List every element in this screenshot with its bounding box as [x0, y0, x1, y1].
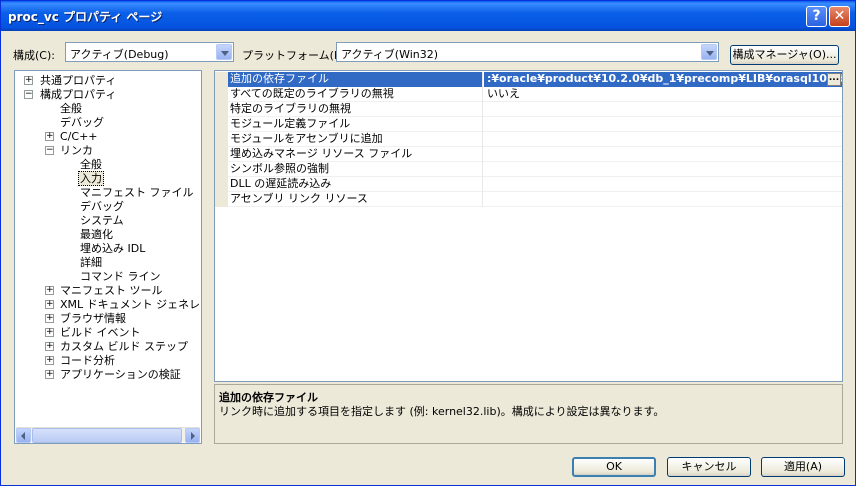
- property-value[interactable]: [484, 132, 842, 147]
- config-combo[interactable]: アクティブ(Debug): [65, 42, 234, 62]
- tree-item[interactable]: 最適化: [80, 228, 113, 241]
- tree-item[interactable]: コマンド ライン: [80, 270, 161, 283]
- platform-combo[interactable]: アクティブ(Win32): [336, 42, 719, 62]
- row-gutter: [215, 132, 228, 147]
- property-value[interactable]: [484, 117, 842, 132]
- row-gutter: [215, 117, 228, 132]
- row-gutter: [215, 192, 228, 207]
- row-gutter: [215, 162, 228, 177]
- chevron-down-icon[interactable]: [701, 44, 717, 60]
- expand-icon[interactable]: +: [45, 356, 54, 365]
- row-gutter: [215, 87, 228, 102]
- tree-item-label: ビルド イベント: [60, 326, 141, 339]
- property-name[interactable]: DLL の遅延読み込み: [228, 177, 483, 192]
- grid-row[interactable]: モジュール定義ファイル: [215, 117, 842, 132]
- expand-icon[interactable]: +: [45, 300, 54, 309]
- property-name[interactable]: 埋め込みマネージ リソース ファイル: [228, 147, 483, 162]
- expand-icon[interactable]: +: [45, 132, 54, 141]
- tree-item-label: マニフェスト ツール: [60, 284, 163, 297]
- expand-icon[interactable]: +: [24, 76, 33, 85]
- tree-item-label: C/C++: [60, 130, 98, 143]
- grid-row[interactable]: すべての既定のライブラリの無視 いいえ: [215, 87, 842, 102]
- property-value[interactable]: [484, 177, 842, 192]
- row-gutter: [215, 177, 228, 192]
- grid-row[interactable]: DLL の遅延読み込み: [215, 177, 842, 192]
- platform-value: アクティブ(Win32): [341, 48, 439, 61]
- row-gutter: [215, 72, 228, 87]
- expand-icon[interactable]: +: [45, 370, 54, 379]
- expand-icon[interactable]: +: [45, 286, 54, 295]
- row-gutter: [215, 147, 228, 162]
- property-value[interactable]: :¥oracle¥product¥10.2.0¥db_1¥precomp¥LIB…: [484, 72, 842, 87]
- property-value[interactable]: [484, 147, 842, 162]
- property-name[interactable]: シンボル参照の強制: [228, 162, 483, 177]
- grid-row[interactable]: 特定のライブラリの無視: [215, 102, 842, 117]
- grid-row[interactable]: アセンブリ リンク リソース: [215, 192, 842, 207]
- config-value: アクティブ(Debug): [70, 48, 169, 61]
- row-gutter: [215, 102, 228, 117]
- property-value[interactable]: [484, 192, 842, 207]
- tree-item[interactable]: 詳細: [80, 256, 102, 269]
- scroll-right-icon[interactable]: [185, 428, 200, 443]
- tree-item[interactable]: デバッグ: [60, 116, 104, 129]
- tree-horizontal-scrollbar[interactable]: [16, 427, 200, 443]
- property-name[interactable]: アセンブリ リンク リソース: [228, 192, 483, 207]
- property-name[interactable]: モジュールをアセンブリに追加: [228, 132, 483, 147]
- help-icon: ?: [812, 8, 821, 24]
- property-value[interactable]: いいえ: [484, 87, 842, 102]
- expand-icon[interactable]: +: [45, 314, 54, 323]
- close-button[interactable]: ✕: [829, 6, 850, 27]
- config-manager-button[interactable]: 構成マネージャ(O)...: [730, 45, 839, 65]
- property-tree[interactable]: + 共通プロパティ − 構成プロパティ 全般 デバッグ + C/C++ − リン…: [14, 70, 202, 444]
- tree-item-label: 構成プロパティ: [40, 88, 117, 101]
- config-label: 構成(C):: [13, 49, 55, 62]
- tree-item[interactable]: 埋め込み IDL: [80, 242, 145, 255]
- tree-item-label: カスタム ビルド ステップ: [60, 340, 188, 353]
- ok-button[interactable]: OK: [572, 457, 656, 477]
- grid-row[interactable]: シンボル参照の強制: [215, 162, 842, 177]
- property-name[interactable]: 特定のライブラリの無視: [228, 102, 483, 117]
- title-bar[interactable]: proc_vc プロパティ ページ ? ✕: [1, 1, 855, 31]
- grid-row[interactable]: モジュールをアセンブリに追加: [215, 132, 842, 147]
- window-title: proc_vc プロパティ ページ: [8, 10, 163, 24]
- cancel-button[interactable]: キャンセル: [667, 457, 751, 477]
- expand-icon[interactable]: +: [45, 342, 54, 351]
- collapse-icon[interactable]: −: [24, 90, 33, 99]
- expand-icon[interactable]: +: [45, 328, 54, 337]
- tree-item-label: コード分析: [60, 354, 115, 367]
- apply-button[interactable]: 適用(A): [761, 457, 845, 477]
- description-panel: 追加の依存ファイル リンク時に追加する項目を指定します (例: kernel32…: [214, 384, 843, 444]
- tree-item-label: 共通プロパティ: [40, 74, 117, 87]
- chevron-down-icon[interactable]: [216, 44, 232, 60]
- property-grid[interactable]: 追加の依存ファイル :¥oracle¥product¥10.2.0¥db_1¥p…: [214, 70, 843, 382]
- grid-row[interactable]: 埋め込みマネージ リソース ファイル: [215, 147, 842, 162]
- property-name[interactable]: すべての既定のライブラリの無視: [228, 87, 483, 102]
- scroll-thumb[interactable]: [32, 428, 182, 443]
- tree-item-label: ブラウザ情報: [60, 312, 126, 325]
- property-name[interactable]: 追加の依存ファイル: [228, 72, 483, 87]
- platform-label: プラットフォーム(P):: [242, 49, 349, 62]
- tree-item-label: リンカ: [60, 144, 93, 157]
- property-pages-window: proc_vc プロパティ ページ ? ✕ 構成(C): アクティブ(Debug…: [0, 0, 856, 486]
- tree-item[interactable]: 全般: [80, 158, 102, 171]
- property-value-text: :¥oracle¥product¥10.2.0¥db_1¥precomp¥LIB…: [487, 72, 842, 85]
- tree-item[interactable]: 全般: [60, 102, 82, 115]
- scroll-left-icon[interactable]: [16, 428, 31, 443]
- tree-item-selected[interactable]: 入力: [78, 171, 104, 186]
- property-value[interactable]: [484, 162, 842, 177]
- property-value[interactable]: [484, 102, 842, 117]
- help-button[interactable]: ?: [806, 6, 827, 27]
- browse-button[interactable]: ...: [827, 73, 841, 86]
- grid-row[interactable]: 追加の依存ファイル :¥oracle¥product¥10.2.0¥db_1¥p…: [215, 72, 842, 87]
- tree-item[interactable]: マニフェスト ファイル: [80, 186, 194, 199]
- tree-item[interactable]: デバッグ: [80, 200, 124, 213]
- collapse-icon[interactable]: −: [45, 146, 54, 155]
- close-icon: ✕: [833, 8, 846, 24]
- tree-item-label: アプリケーションの検証: [60, 368, 181, 381]
- property-name[interactable]: モジュール定義ファイル: [228, 117, 483, 132]
- tree-item[interactable]: システム: [80, 214, 124, 227]
- tree-item-label: XML ドキュメント ジェネレータ: [60, 298, 201, 311]
- description-text: リンク時に追加する項目を指定します (例: kernel32.lib)。構成によ…: [219, 405, 665, 418]
